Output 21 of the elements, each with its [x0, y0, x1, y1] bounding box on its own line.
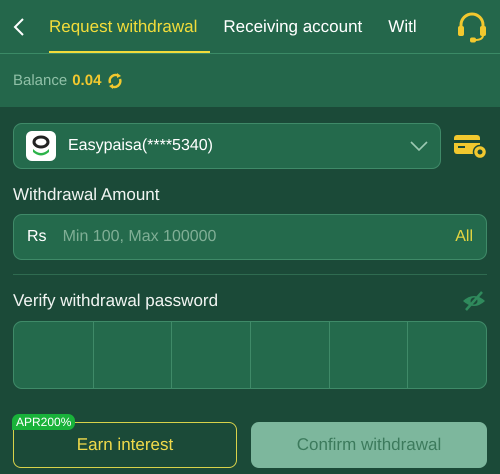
refresh-icon[interactable] [106, 72, 124, 90]
balance-label: Balance [13, 72, 68, 89]
password-field[interactable] [13, 321, 487, 389]
account-name: Easypaisa(****5340) [68, 137, 214, 155]
headset-icon[interactable] [456, 10, 488, 42]
tab[interactable]: Receiving account [210, 0, 376, 53]
password-label: Verify withdrawal password [13, 291, 218, 311]
back-icon[interactable] [12, 16, 26, 36]
account-dropdown[interactable]: Easypaisa(****5340) [13, 123, 441, 169]
chevron-down-icon[interactable] [410, 140, 428, 152]
apr-badge: APR200% [12, 414, 76, 430]
currency-label: Rs [27, 228, 47, 246]
amount-field[interactable]: Rs Min 100, Max 100000 All [13, 214, 487, 260]
amount-label: Withdrawal Amount [13, 185, 160, 205]
tab[interactable]: Request withdrawal [36, 0, 210, 53]
wallet-logo-icon [26, 131, 56, 161]
tab[interactable]: Witl [375, 0, 430, 53]
card-settings-icon[interactable] [454, 133, 487, 159]
balance-value: 0.04 [72, 72, 102, 89]
all-link[interactable]: All [455, 228, 473, 246]
eye-hidden-icon[interactable] [461, 290, 487, 312]
